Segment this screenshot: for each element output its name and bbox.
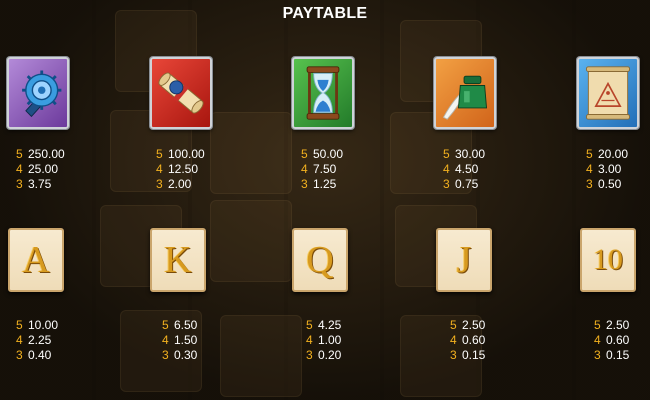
pay-row-5: 5 50.00: [301, 147, 344, 161]
pay-row-4: 4 1.50: [162, 333, 198, 347]
card-k-icon: K: [150, 228, 206, 292]
pay-row-3: 3 0.30: [162, 348, 198, 362]
pay-row-5: 5 2.50: [594, 318, 630, 332]
card-q-icon: Q: [292, 228, 348, 292]
pay-row-3: 3 2.00: [156, 177, 192, 191]
pay-row-5: 5 20.00: [586, 147, 629, 161]
pay-row-4: 4 25.00: [16, 162, 59, 176]
gear-seal-stamp-icon: [7, 57, 69, 129]
pay-row-4: 4 2.25: [16, 333, 52, 347]
pay-row-4: 4 12.50: [156, 162, 199, 176]
pay-values-hourglass: 5 50.00 4 7.50 3 1.25: [301, 147, 343, 192]
hourglass-icon: [292, 57, 354, 129]
pay-row-3: 3 0.15: [450, 348, 486, 362]
pay-values-j: 5 2.50 4 0.60 3 0.15: [450, 318, 485, 363]
pay-row-5: 5 4.25: [306, 318, 342, 332]
card-a-icon: A: [8, 228, 64, 292]
pay-row-4: 4 3.00: [586, 162, 622, 176]
card-10-icon: 10: [580, 228, 636, 292]
pay-values-pyramid-map: 5 20.00 4 3.00 3 0.50: [586, 147, 628, 192]
pyramid-map-icon: [577, 57, 639, 129]
pay-row-5: 5 10.00: [16, 318, 59, 332]
pay-values-a: 5 10.00 4 2.25 3 0.40: [16, 318, 58, 363]
pay-row-5: 5 250.00: [16, 147, 65, 161]
pay-row-4: 4 0.60: [594, 333, 630, 347]
pay-values-ink-quill: 5 30.00 4 4.50 3 0.75: [443, 147, 485, 192]
pay-values-sealed-scroll: 5 100.00 4 12.50 3 2.00: [156, 147, 205, 192]
ink-quill-icon: [434, 57, 496, 129]
pay-row-3: 3 0.75: [443, 177, 479, 191]
pay-values-10: 5 2.50 4 0.60 3 0.15: [594, 318, 629, 363]
pay-row-5: 5 30.00: [443, 147, 486, 161]
pay-values-gear-seal: 5 250.00 4 25.00 3 3.75: [16, 147, 65, 192]
sealed-scroll-icon: [150, 57, 212, 129]
pay-row-3: 3 0.50: [586, 177, 622, 191]
pay-row-4: 4 7.50: [301, 162, 337, 176]
pay-row-3: 3 0.15: [594, 348, 630, 362]
pay-values-q: 5 4.25 4 1.00 3 0.20: [306, 318, 341, 363]
pay-row-4: 4 0.60: [450, 333, 486, 347]
pay-row-3: 3 0.20: [306, 348, 342, 362]
pay-values-k: 5 6.50 4 1.50 3 0.30: [162, 318, 197, 363]
pay-row-3: 3 3.75: [16, 177, 52, 191]
pay-row-4: 4 1.00: [306, 333, 342, 347]
paytable-title: PAYTABLE: [282, 5, 368, 22]
card-j-icon: J: [436, 228, 492, 292]
pay-row-5: 5 100.00: [156, 147, 205, 161]
pay-row-5: 5 6.50: [162, 318, 198, 332]
pay-row-4: 4 4.50: [443, 162, 479, 176]
pay-row-5: 5 2.50: [450, 318, 486, 332]
pay-row-3: 3 1.25: [301, 177, 337, 191]
pay-row-3: 3 0.40: [16, 348, 52, 362]
